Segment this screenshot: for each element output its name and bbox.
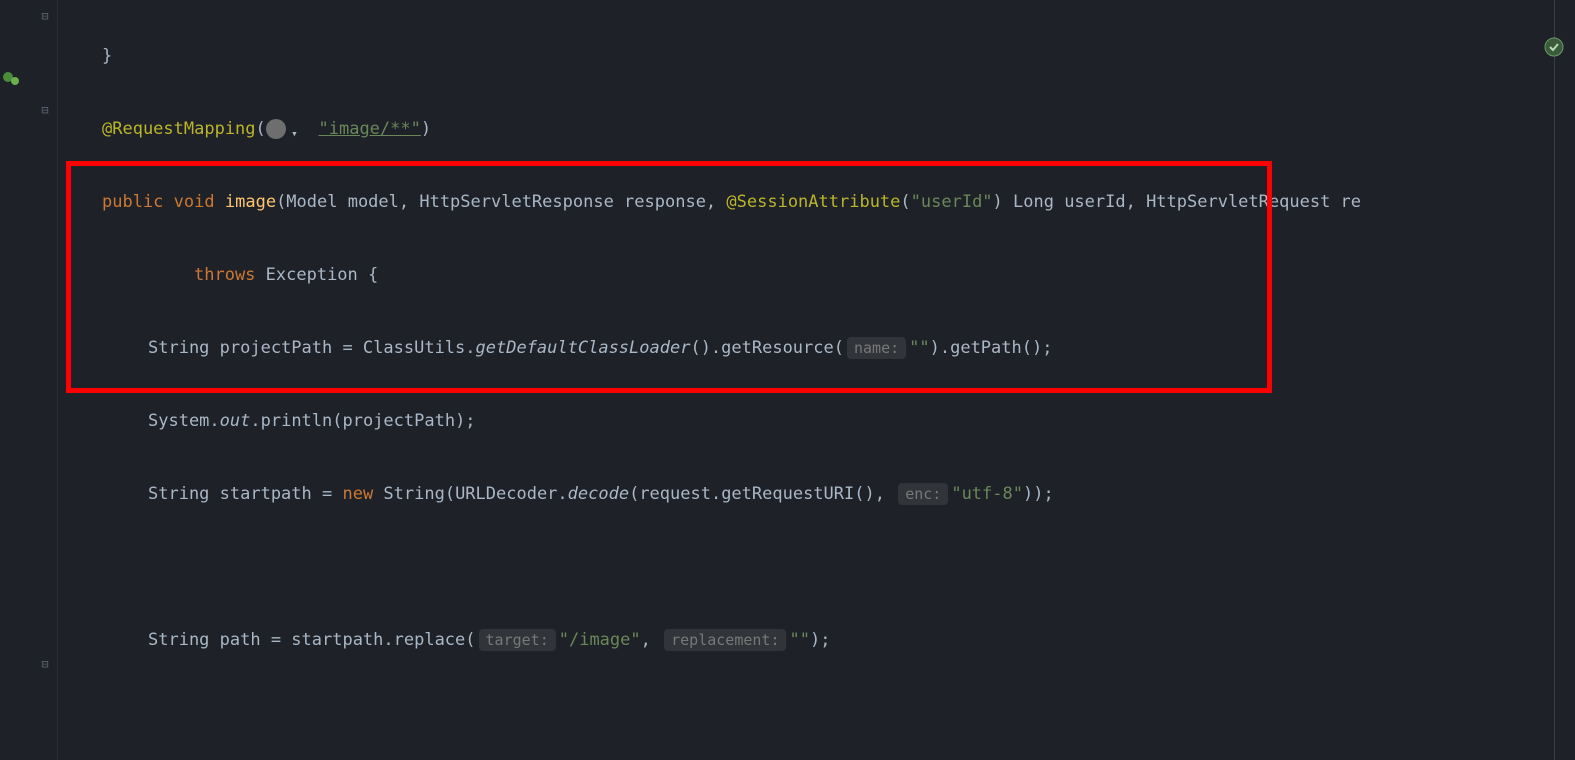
code-editor[interactable]: } @RequestMapping( "image/**") public vo… — [58, 0, 1575, 760]
code-line[interactable]: String projectPath = ClassUtils.getDefau… — [58, 332, 1575, 365]
method-name-image: image — [225, 192, 276, 212]
code-line[interactable]: String path = startpath.replace(target:"… — [58, 624, 1575, 657]
globe-icon[interactable] — [266, 119, 286, 139]
code-line[interactable]: } — [58, 40, 1575, 73]
code-line[interactable]: @RequestMapping( "image/**") — [58, 113, 1575, 146]
implementation-marker-icon[interactable] — [1542, 35, 1570, 63]
param-hint-enc: enc: — [898, 483, 948, 505]
fold-minus-icon[interactable]: ⊟ — [37, 102, 53, 118]
param-hint-target: target: — [479, 629, 556, 651]
closing-brace: } — [70, 46, 112, 66]
param-hint-replacement: replacement: — [664, 629, 786, 651]
session-attribute-annotation: @SessionAttribute — [726, 192, 900, 212]
wechat-plugin-icon[interactable] — [2, 70, 20, 88]
code-line-empty[interactable] — [58, 551, 1575, 584]
fold-minus-icon[interactable]: ⊟ — [37, 8, 53, 24]
url-pattern-string: "image/**" — [319, 119, 421, 139]
code-line[interactable]: String startpath = new String(URLDecoder… — [58, 478, 1575, 511]
code-line-empty[interactable] — [58, 697, 1575, 730]
fold-minus-icon[interactable]: ⊟ — [37, 656, 53, 672]
editor-gutter[interactable]: ⊟ ⊟ ⊟ — [0, 0, 58, 760]
code-line[interactable]: public void image(Model model, HttpServl… — [58, 186, 1575, 219]
right-margin-line — [1554, 0, 1555, 760]
code-line[interactable]: System.out.println(projectPath); — [58, 405, 1575, 438]
code-line[interactable]: throws Exception { — [58, 259, 1575, 292]
param-hint-name: name: — [847, 337, 906, 359]
request-mapping-annotation: @RequestMapping — [102, 119, 256, 139]
